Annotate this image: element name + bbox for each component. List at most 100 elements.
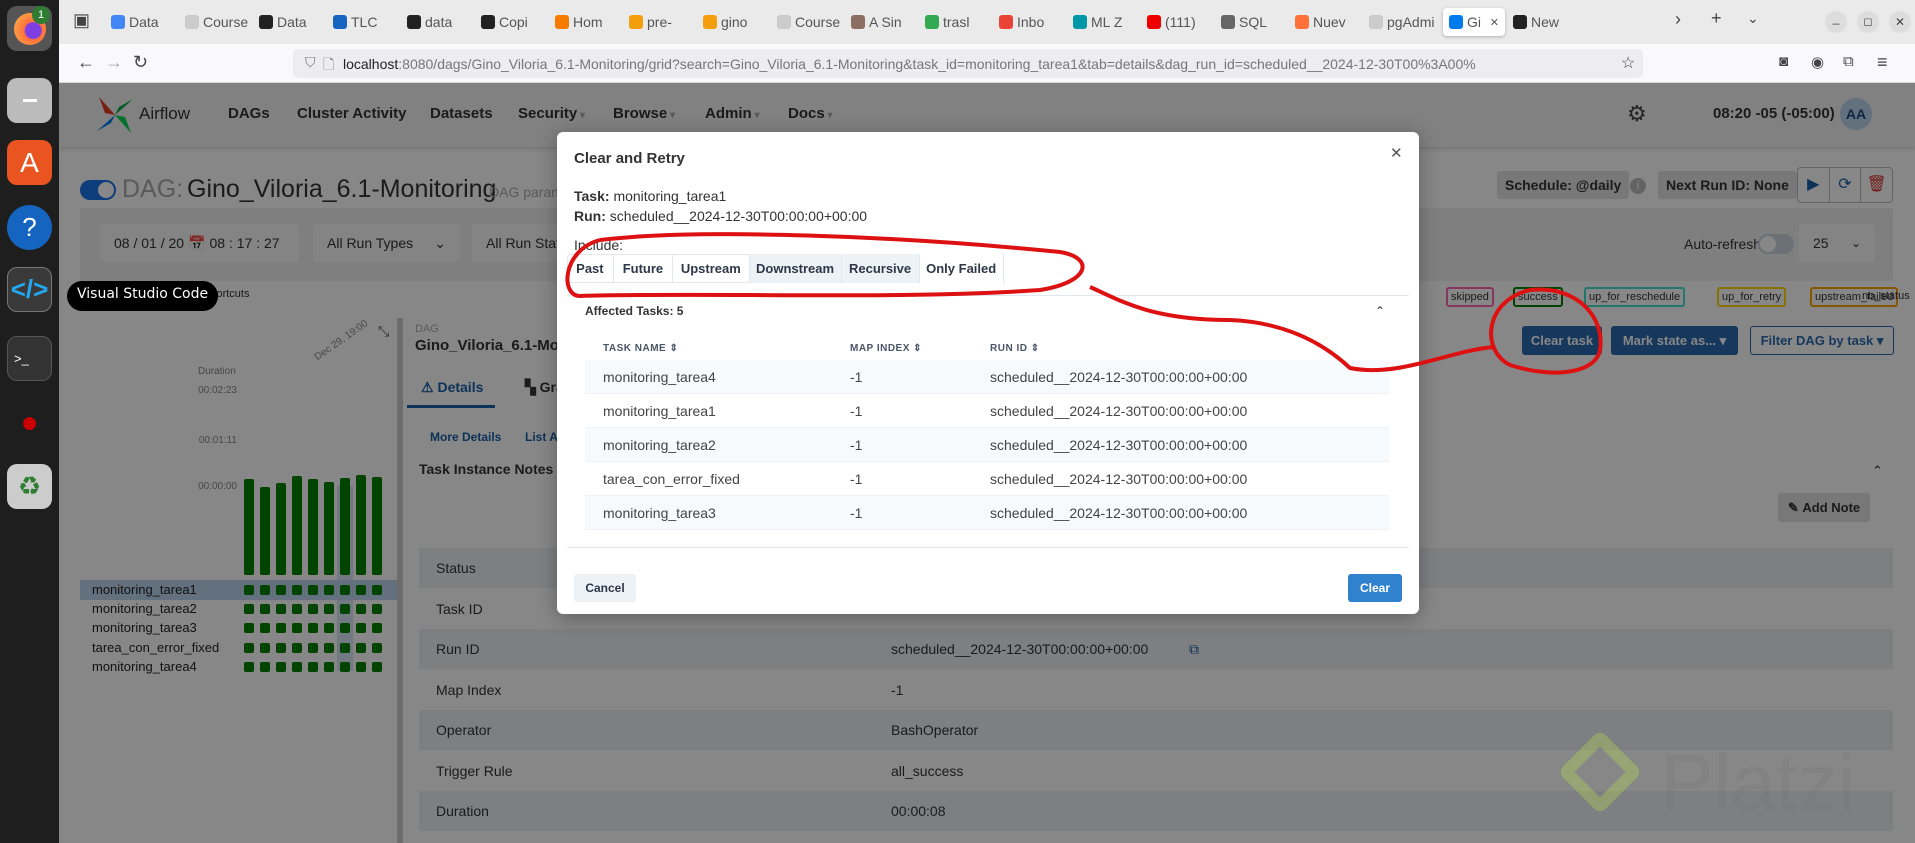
table-row[interactable]: monitoring_tarea4 -1 scheduled__2024-12-30… bbox=[585, 360, 1389, 394]
tab-label: pre- bbox=[647, 14, 672, 30]
account-icon[interactable]: ◉ bbox=[1811, 53, 1824, 71]
tab-label: Nuev bbox=[1313, 14, 1346, 30]
dock-tooltip: Visual Studio Code bbox=[67, 281, 219, 311]
run-id-cell: scheduled__2024-12-30T00:00:00+00:00 bbox=[990, 471, 1248, 487]
col-label: RUN ID bbox=[990, 343, 1028, 354]
include-downstream-button[interactable]: Downstream bbox=[749, 254, 842, 283]
run-label: Run: bbox=[574, 208, 606, 224]
col-label: TASK NAME bbox=[603, 343, 667, 354]
browser-tab[interactable]: New bbox=[1513, 8, 1579, 36]
close-icon[interactable]: ✕ bbox=[1390, 144, 1403, 162]
tab-label: Copi bbox=[499, 14, 528, 30]
include-upstream-button[interactable]: Upstream bbox=[673, 254, 750, 283]
browser-tab[interactable]: Nuev bbox=[1295, 8, 1361, 36]
cherry-icon[interactable]: ● bbox=[7, 400, 52, 445]
menu-icon[interactable]: ≡ bbox=[1877, 52, 1888, 73]
browser-tab[interactable]: Data bbox=[259, 8, 325, 36]
divider bbox=[567, 295, 1409, 296]
tab-label: pgAdmi bbox=[1387, 14, 1435, 30]
task-name-cell: monitoring_tarea1 bbox=[603, 403, 716, 419]
run-id-cell: scheduled__2024-12-30T00:00:00+00:00 bbox=[990, 403, 1248, 419]
include-recursive-button[interactable]: Recursive bbox=[841, 254, 920, 283]
bookmark-star-icon[interactable]: ☆ bbox=[1621, 53, 1635, 73]
cancel-button[interactable]: Cancel bbox=[574, 574, 636, 602]
new-tab-icon[interactable]: + bbox=[1711, 8, 1722, 29]
include-only-failed-button[interactable]: Only Failed bbox=[920, 254, 1004, 283]
tab-favicon-icon bbox=[1369, 15, 1383, 29]
browser-tab[interactable]: Course bbox=[185, 8, 251, 36]
url-input[interactable]: ⛉ 🗋 localhost:8080/dags/Gino_Viloria_6.1… bbox=[293, 49, 1643, 78]
task-name-cell: monitoring_tarea2 bbox=[603, 437, 716, 453]
map-index-cell: -1 bbox=[850, 369, 863, 385]
browser-tab[interactable]: (111) bbox=[1147, 8, 1213, 36]
browser-tab[interactable]: SQL bbox=[1221, 8, 1287, 36]
browser-tab[interactable]: Hom bbox=[555, 8, 621, 36]
browser-tab[interactable]: Course bbox=[777, 8, 843, 36]
browser-tab[interactable]: A Sin bbox=[851, 8, 917, 36]
page-icon: 🗋 bbox=[323, 56, 335, 72]
maximize-icon[interactable]: ◻ bbox=[1857, 11, 1879, 33]
browser-tab[interactable]: TLC bbox=[333, 8, 399, 36]
browser-tab[interactable]: ML Z bbox=[1073, 8, 1139, 36]
reload-icon[interactable]: ↻ bbox=[133, 52, 148, 73]
browser-tab[interactable]: pgAdmi bbox=[1369, 8, 1435, 36]
table-row[interactable]: tarea_con_error_fixed -1 scheduled__2024-1… bbox=[585, 462, 1389, 496]
pocket-icon[interactable]: ◙ bbox=[1779, 53, 1788, 70]
col-map-index[interactable]: MAP INDEX ⇕ bbox=[850, 343, 922, 354]
tab-favicon-icon bbox=[185, 15, 199, 29]
col-run-id[interactable]: RUN ID ⇕ bbox=[990, 343, 1040, 354]
browser-tab[interactable]: trasl bbox=[925, 8, 991, 36]
help-icon[interactable]: ? bbox=[7, 205, 52, 250]
run-id-cell: scheduled__2024-12-30T00:00:00+00:00 bbox=[990, 437, 1248, 453]
tab-favicon-icon bbox=[481, 15, 495, 29]
browser-tab[interactable]: Inbo bbox=[999, 8, 1065, 36]
browser-tab[interactable]: Gi ✕ bbox=[1443, 8, 1505, 36]
table-row[interactable]: monitoring_tarea3 -1 scheduled__2024-12-30… bbox=[585, 496, 1389, 530]
col-task-name[interactable]: TASK NAME ⇕ bbox=[603, 343, 678, 354]
tab-close-icon[interactable]: ✕ bbox=[1490, 16, 1499, 29]
table-row[interactable]: monitoring_tarea1 -1 scheduled__2024-12-30… bbox=[585, 394, 1389, 428]
extensions-icon[interactable]: ⧉ bbox=[1843, 53, 1854, 70]
tab-overview-icon[interactable]: ▣ bbox=[73, 10, 90, 31]
tab-label: ML Z bbox=[1091, 14, 1123, 30]
trash-icon[interactable]: ♻ bbox=[7, 464, 52, 509]
browser-tab[interactable]: gino bbox=[703, 8, 769, 36]
tab-list-icon[interactable]: ⌄ bbox=[1747, 10, 1759, 27]
browser-tab[interactable]: Data bbox=[111, 8, 177, 36]
map-index-cell: -1 bbox=[850, 505, 863, 521]
tab-favicon-icon bbox=[777, 15, 791, 29]
back-icon[interactable]: ← bbox=[77, 52, 95, 73]
browser-tab[interactable]: pre- bbox=[629, 8, 695, 36]
browser-tab[interactable]: data bbox=[407, 8, 473, 36]
include-future-button[interactable]: Future bbox=[614, 254, 674, 283]
vscode-icon[interactable]: </> bbox=[7, 267, 52, 312]
close-window-icon[interactable]: ✕ bbox=[1889, 11, 1911, 33]
watermark-text: Platzi bbox=[1660, 738, 1856, 827]
clear-button[interactable]: Clear bbox=[1348, 574, 1402, 602]
run-id-cell: scheduled__2024-12-30T00:00:00+00:00 bbox=[990, 369, 1248, 385]
tab-favicon-icon bbox=[999, 15, 1013, 29]
task-name-cell: tarea_con_error_fixed bbox=[603, 471, 740, 487]
files-icon[interactable] bbox=[7, 78, 52, 123]
app-center-icon[interactable]: A bbox=[7, 140, 52, 185]
include-past-button[interactable]: Past bbox=[567, 254, 614, 283]
forward-icon[interactable]: → bbox=[105, 52, 123, 73]
chevron-up-icon[interactable]: ⌃ bbox=[1375, 304, 1385, 318]
tab-scroll-right-icon[interactable]: › bbox=[1675, 9, 1681, 30]
tab-label: A Sin bbox=[869, 14, 902, 30]
table-row[interactable]: monitoring_tarea2 -1 scheduled__2024-12-30… bbox=[585, 428, 1389, 462]
browser-tab[interactable]: Copi bbox=[481, 8, 547, 36]
tab-favicon-icon bbox=[851, 15, 865, 29]
shield-icon[interactable]: ⛉ bbox=[305, 54, 316, 71]
tab-favicon-icon bbox=[703, 15, 717, 29]
terminal-icon[interactable]: >_ bbox=[7, 336, 52, 381]
browser-toolbar: ← → ↻ ⛉ 🗋 localhost:8080/dags/Gino_Vilor… bbox=[59, 44, 1915, 83]
tab-label: trasl bbox=[943, 14, 970, 30]
clear-retry-modal: Clear and Retry ✕ Task: monitoring_tarea… bbox=[557, 132, 1419, 614]
tab-label: (111) bbox=[1165, 14, 1196, 30]
tab-favicon-icon bbox=[1221, 15, 1235, 29]
os-dock: 1 A ? </> >_ ● ♻ bbox=[0, 0, 59, 843]
minimize-icon[interactable]: _ bbox=[1825, 11, 1847, 33]
notification-badge: 1 bbox=[32, 6, 50, 24]
tab-favicon-icon bbox=[111, 15, 125, 29]
